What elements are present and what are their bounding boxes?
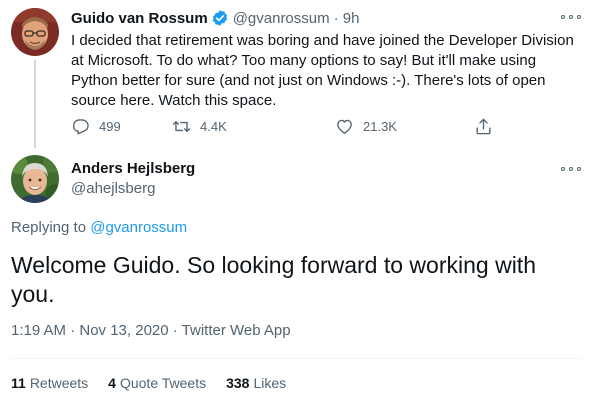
avatar-anders[interactable] bbox=[11, 155, 59, 203]
reply-icon bbox=[73, 118, 89, 134]
tweet1-actions: 499 4.4K 21.3K bbox=[71, 116, 501, 136]
divider bbox=[11, 358, 581, 359]
tweet2-meta[interactable]: 1:19 AM · Nov 13, 2020 · Twitter Web App bbox=[11, 322, 291, 339]
quotes-label: Quote Tweets bbox=[119, 375, 207, 391]
retweet-count: 4.4K bbox=[200, 118, 227, 134]
retweet-button[interactable]: 4.4K bbox=[172, 116, 227, 136]
like-button[interactable]: 21.3K bbox=[335, 116, 397, 136]
tweet1-time[interactable]: · 9h bbox=[334, 10, 360, 27]
share-button[interactable] bbox=[474, 116, 502, 136]
retweets-label: Retweets bbox=[29, 375, 89, 391]
likes-label: Likes bbox=[253, 375, 287, 391]
retweet-icon bbox=[172, 120, 191, 132]
tweet2-text: Welcome Guido. So looking forward to wor… bbox=[11, 252, 536, 307]
verified-badge-icon bbox=[211, 9, 229, 27]
tweet2-author-name[interactable]: Anders Hejlsberg bbox=[71, 160, 195, 177]
likes-stat[interactable]: 338 Likes bbox=[226, 375, 286, 391]
heart-icon bbox=[337, 119, 352, 134]
like-count: 21.3K bbox=[363, 118, 397, 134]
more-options-icon[interactable] bbox=[561, 12, 581, 22]
share-icon bbox=[476, 118, 491, 134]
likes-count: 338 bbox=[226, 375, 250, 391]
retweets-stat[interactable]: 11 Retweets bbox=[11, 375, 88, 391]
thread-line bbox=[34, 60, 36, 148]
tweet1-handle[interactable]: @gvanrossum bbox=[233, 10, 330, 27]
tweet1-header: Guido van Rossum @gvanrossum · 9h bbox=[71, 8, 359, 28]
tweet2-handle[interactable]: @ahejlsberg bbox=[71, 180, 155, 197]
tweet1-text: I decided that retirement was boring and… bbox=[71, 32, 574, 109]
avatar-guido[interactable] bbox=[11, 8, 59, 56]
quotes-count: 4 bbox=[108, 375, 116, 391]
retweets-count: 11 bbox=[11, 375, 26, 391]
replying-to: Replying to @gvanrossum bbox=[11, 219, 187, 236]
replying-mention-link[interactable]: @gvanrossum bbox=[90, 219, 187, 236]
reply-count: 499 bbox=[99, 118, 121, 134]
replying-prefix: Replying to bbox=[11, 219, 87, 236]
tweet2-stats: 11 Retweets 4 Quote Tweets 338 Likes bbox=[11, 375, 306, 391]
reply-button[interactable]: 499 bbox=[71, 116, 121, 136]
quote-tweets-stat[interactable]: 4 Quote Tweets bbox=[108, 375, 206, 391]
more-options-icon[interactable] bbox=[561, 164, 581, 174]
tweet1-author-name[interactable]: Guido van Rossum bbox=[71, 10, 208, 27]
